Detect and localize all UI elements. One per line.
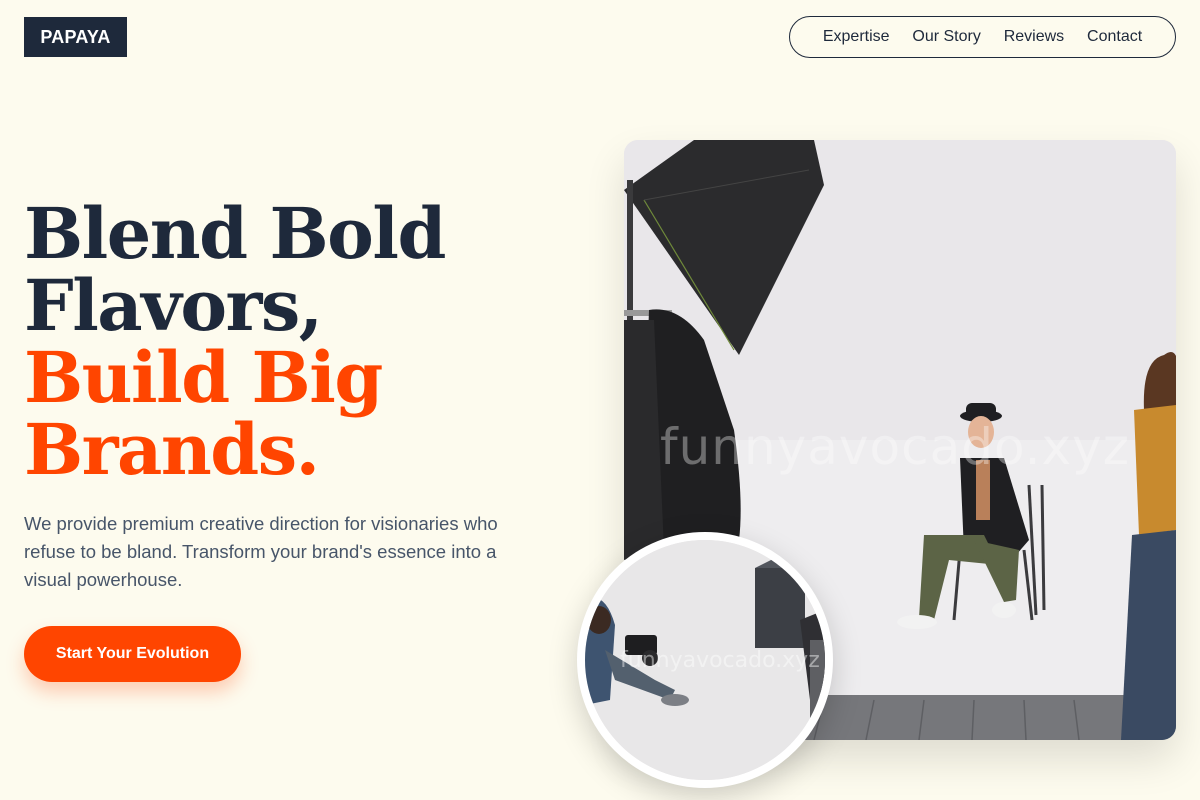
headline-line-3: Build Big (24, 336, 383, 419)
nav-item-our-story[interactable]: Our Story (912, 28, 980, 46)
start-evolution-button[interactable]: Start Your Evolution (24, 626, 241, 682)
inset-photo-photographer (577, 532, 833, 788)
nav-item-contact[interactable]: Contact (1087, 28, 1142, 46)
headline-line-2: Flavors, (24, 264, 323, 347)
headline-line-4: Brands. (24, 408, 320, 491)
photographer-photo-illustration (585, 540, 825, 780)
brand-logo[interactable]: PAPAYA (24, 17, 127, 57)
nav-item-reviews[interactable]: Reviews (1004, 28, 1064, 46)
headline-line-1: Blend Bold (24, 192, 446, 275)
main-nav: Expertise Our Story Reviews Contact (789, 16, 1176, 58)
hero-headline: Blend Bold Flavors, Build Big Brands. (24, 198, 584, 486)
hero-subtext: We provide premium creative direction fo… (24, 513, 498, 590)
nav-item-expertise[interactable]: Expertise (823, 28, 890, 46)
